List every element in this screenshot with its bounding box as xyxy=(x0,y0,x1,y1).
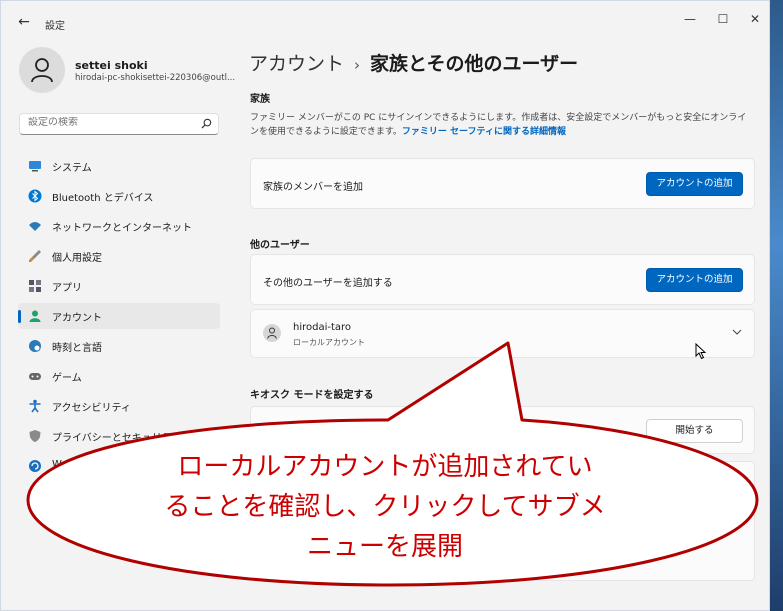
family-safety-link[interactable]: ファミリー セーフティに関する詳細情報 xyxy=(402,127,566,137)
sidebar-item-apps[interactable]: アプリ xyxy=(18,273,220,299)
shield-icon xyxy=(29,430,41,442)
add-family-account-button[interactable]: アカウントの追加 xyxy=(646,172,743,196)
callout-line: ニューを展開 xyxy=(306,532,463,562)
search-icon[interactable] xyxy=(201,118,212,132)
family-description: ファミリー メンバーがこの PC にサインインできるようにします。作成者は、安全… xyxy=(250,111,755,139)
accessibility-icon xyxy=(29,399,41,413)
breadcrumb-separator: › xyxy=(354,56,361,74)
sidebar-item-personalization[interactable]: 個人用設定 xyxy=(18,243,220,269)
sidebar-item-privacy[interactable]: プライバシーとセキュリティ xyxy=(18,423,220,449)
kiosk-start-button[interactable]: 開始する xyxy=(646,419,743,443)
apps-icon xyxy=(29,280,41,292)
sidebar-item-label: ゲーム xyxy=(52,373,82,384)
sidebar-item-gaming[interactable]: ゲーム xyxy=(18,363,220,389)
user-entry-hirodai-taro[interactable]: hirodai-taro ローカルアカウント xyxy=(250,309,755,358)
minimize-button[interactable]: — xyxy=(673,9,707,29)
title-bar: ← 設定 — ☐ ✕ xyxy=(1,1,769,39)
back-button[interactable]: ← xyxy=(13,13,35,31)
add-other-user-label: その他のユーザーを追加する xyxy=(263,278,393,289)
sidebar-item-label: Bluetooth とデバイス xyxy=(52,193,154,204)
other-users-heading: 他のユーザー xyxy=(250,240,310,251)
sidebar-item-label: アプリ xyxy=(52,283,82,294)
sidebar-item-time-language[interactable]: 時刻と言語 xyxy=(18,333,220,359)
window-title: 設定 xyxy=(45,21,65,32)
user-name: hirodai-taro xyxy=(293,322,352,333)
person-icon xyxy=(31,58,53,83)
sidebar-item-label: ネットワークとインターネット xyxy=(52,223,192,234)
callout-line: ることを確認し、クリックしてサブメ xyxy=(164,492,606,522)
add-family-card: 家族のメンバーを追加 アカウントの追加 xyxy=(250,158,755,209)
update-icon xyxy=(29,460,41,472)
sidebar-item-label: 個人用設定 xyxy=(52,253,102,264)
sidebar-item-label: アクセシビリティ xyxy=(52,403,131,414)
callout-text: ローカルアカウントが追加されてい ることを確認し、クリックしてサブメ ニューを展… xyxy=(100,447,670,567)
bluetooth-icon xyxy=(28,189,42,203)
profile-name: settei shoki xyxy=(75,59,148,72)
family-heading: 家族 xyxy=(250,94,270,105)
page-title: 家族とその他のユーザー xyxy=(370,53,579,75)
sidebar-item-label: アカウント xyxy=(52,313,102,324)
user-profile[interactable]: settei shoki hirodai-pc-shokisettei-2203… xyxy=(19,47,235,97)
sidebar-item-label: 時刻と言語 xyxy=(52,343,102,354)
callout-line: ローカルアカウントが追加されてい xyxy=(177,452,593,482)
person-icon xyxy=(267,327,277,339)
profile-email: hirodai-pc-shokisettei-220306@outl... xyxy=(75,73,235,83)
wifi-icon xyxy=(29,222,41,231)
globe-clock-icon xyxy=(29,340,41,352)
add-family-label: 家族のメンバーを追加 xyxy=(263,182,363,193)
gamepad-icon xyxy=(29,373,41,380)
close-button[interactable]: ✕ xyxy=(738,9,769,29)
mouse-cursor-icon xyxy=(695,343,707,360)
breadcrumb-parent[interactable]: アカウント xyxy=(249,53,344,75)
monitor-icon xyxy=(29,161,41,172)
sidebar-item-label: プライバシーとセキュリティ xyxy=(52,433,182,444)
account-icon xyxy=(29,310,41,322)
brush-icon xyxy=(29,250,41,262)
sidebar-item-network[interactable]: ネットワークとインターネット xyxy=(18,213,220,239)
sidebar-item-label: システム xyxy=(52,163,92,174)
desktop-background xyxy=(770,0,783,611)
sidebar-nav: システム Bluetooth とデバイス ネットワークとインターネット 個人用設… xyxy=(18,153,220,483)
user-account-type: ローカルアカウント xyxy=(293,338,365,347)
maximize-button[interactable]: ☐ xyxy=(706,9,740,29)
sidebar-item-label: W xyxy=(52,459,62,470)
search-input[interactable] xyxy=(28,117,188,128)
sidebar-item-accounts[interactable]: アカウント xyxy=(18,303,220,329)
user-avatar xyxy=(263,324,281,342)
sidebar-item-system[interactable]: システム xyxy=(18,153,220,179)
add-other-user-card: その他のユーザーを追加する アカウントの追加 xyxy=(250,254,755,305)
kiosk-heading: キオスク モードを設定する xyxy=(250,390,374,401)
sidebar-item-bluetooth[interactable]: Bluetooth とデバイス xyxy=(18,183,220,209)
add-other-user-button[interactable]: アカウントの追加 xyxy=(646,268,743,292)
settings-search[interactable] xyxy=(19,113,219,135)
breadcrumb: アカウント › 家族とその他のユーザー xyxy=(249,49,578,76)
avatar xyxy=(19,47,65,93)
chevron-down-icon[interactable] xyxy=(732,327,742,338)
sidebar-item-accessibility[interactable]: アクセシビリティ xyxy=(18,393,220,419)
